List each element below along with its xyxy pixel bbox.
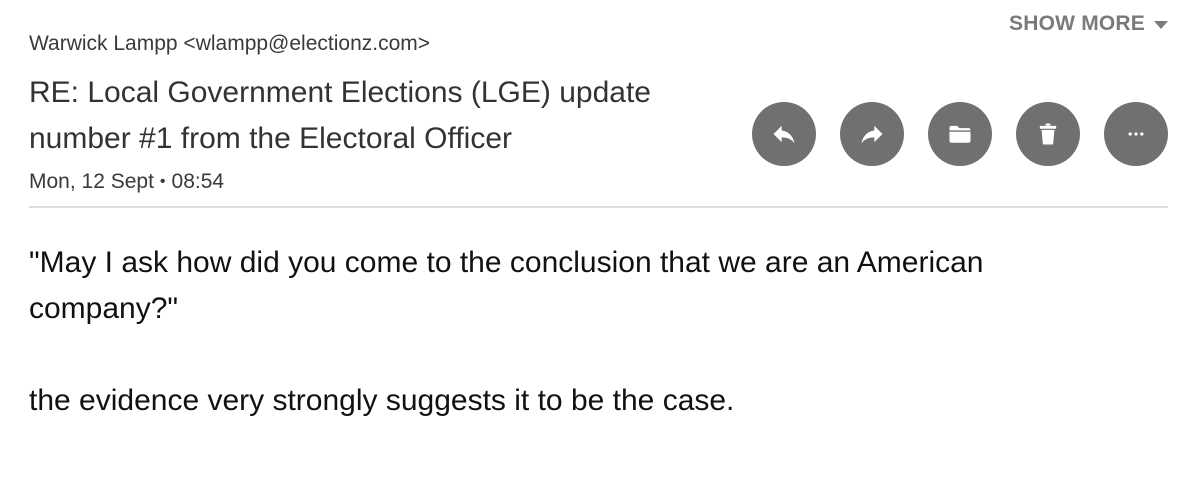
reply-icon [770, 120, 798, 148]
reply-button[interactable] [752, 102, 816, 166]
more-button[interactable] [1104, 102, 1168, 166]
move-to-folder-button[interactable] [928, 102, 992, 166]
show-more-button[interactable]: SHOW MORE [1009, 12, 1168, 36]
email-header: Warwick Lampp <wlampp@electionz.com> SHO… [0, 0, 1178, 210]
date-text: Mon, 12 Sept [29, 170, 154, 193]
email-subject: RE: Local Government Elections (LGE) upd… [29, 76, 651, 155]
reply-text: the evidence very strongly suggests it t… [29, 384, 735, 417]
more-horizontal-icon [1122, 120, 1150, 148]
header-divider [29, 206, 1168, 208]
email-date: Mon, 12 Sept • 08:54 [29, 170, 224, 194]
forward-icon [858, 120, 886, 148]
separator-dot: • [159, 173, 166, 190]
time-text: 08:54 [171, 170, 225, 193]
delete-button[interactable] [1016, 102, 1080, 166]
email-body: "May I ask how did you come to the concl… [29, 240, 1129, 424]
trash-icon [1034, 120, 1062, 148]
folder-icon [946, 120, 974, 148]
forward-button[interactable] [840, 102, 904, 166]
sender: Warwick Lampp <wlampp@electionz.com> [29, 32, 431, 55]
action-buttons [752, 102, 1168, 166]
quoted-text: "May I ask how did you come to the concl… [29, 246, 984, 325]
show-more-label: SHOW MORE [1009, 12, 1145, 35]
caret-down-icon [1154, 21, 1168, 29]
